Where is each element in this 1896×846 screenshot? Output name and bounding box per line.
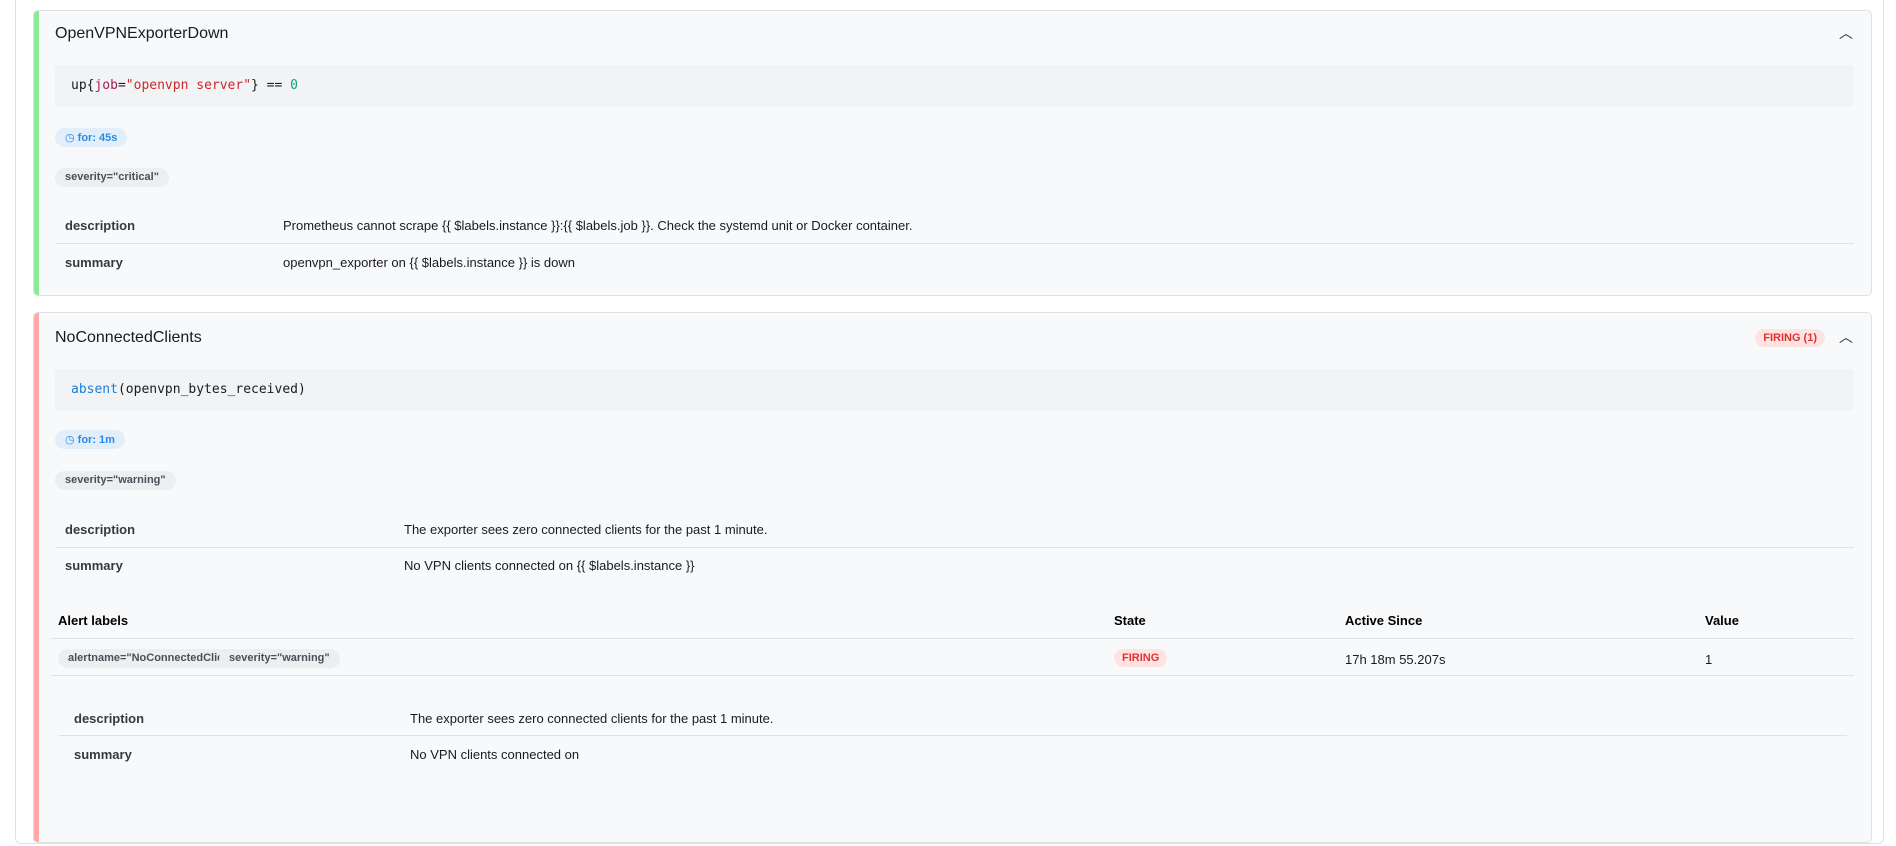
chevron-up-icon[interactable]: ︿ [1839, 23, 1853, 43]
clock-icon: ◷ [65, 434, 75, 446]
label-badge: severity="warning" [55, 471, 176, 490]
annotation-value: openvpn_exporter on {{ $labels.instance … [283, 254, 575, 270]
th-state: State [1114, 613, 1146, 628]
alert-state-badge: FIRING [1114, 649, 1168, 667]
th-active-since: Active Since [1345, 613, 1423, 628]
annotation-key: summary [65, 557, 123, 573]
clock-icon: ◷ [65, 132, 75, 144]
expr-label-value: "openvpn server" [125, 78, 252, 93]
annotation-key: description [65, 521, 136, 537]
rule-expression: absent(openvpn_bytes_received) [55, 369, 1854, 411]
divider [51, 675, 1854, 676]
status-bar [34, 11, 39, 295]
alert-value: 1 [1705, 652, 1713, 667]
rule-card-noconnectedclients: NoConnectedClients FIRING (1) ︿ absent(o… [33, 312, 1872, 843]
expr-number: 0 [290, 78, 298, 93]
divider [51, 638, 1854, 639]
annotation-value: No VPN clients connected on {{ $labels.i… [404, 557, 695, 573]
expr-arg: (openvpn_bytes_received) [117, 382, 306, 397]
for-text: for: 1m [77, 434, 115, 446]
for-duration-badge: ◷ for: 1m [55, 430, 125, 449]
alert-active-since: 17h 18m 55.207s [1345, 652, 1446, 667]
annotation-key: description [65, 217, 136, 233]
alert-annotation-value: No VPN clients connected on [410, 746, 580, 762]
expr-fn: up [71, 78, 87, 93]
annotation-value: The exporter sees zero connected clients… [404, 521, 768, 537]
annotation-value: Prometheus cannot scrape {{ $labels.inst… [283, 217, 913, 233]
firing-count-badge: FIRING (1) [1755, 329, 1825, 347]
divider [59, 735, 1847, 736]
alert-annotation-key: description [74, 710, 145, 726]
expr-label-key: job [94, 78, 118, 93]
rule-card-openvpnexporterdown: OpenVPNExporterDown ︿ up{job="openvpn se… [33, 10, 1872, 296]
rule-expression: up{job="openvpn server"} == 0 [55, 65, 1854, 107]
for-duration-badge: ◷ for: 45s [55, 128, 128, 147]
chevron-up-icon[interactable]: ︿ [1839, 327, 1853, 347]
expr-fn: absent [71, 382, 118, 397]
alert-label-badge: severity="warning" [219, 649, 340, 668]
alert-annotation-key: summary [74, 746, 132, 762]
alert-annotation-value: The exporter sees zero connected clients… [410, 710, 774, 726]
expr-op: } == [251, 78, 291, 93]
th-alert-labels: Alert labels [58, 613, 129, 628]
annotation-key: summary [65, 254, 123, 270]
th-value: Value [1705, 613, 1739, 628]
divider [55, 547, 1854, 548]
rule-title[interactable]: OpenVPNExporterDown [55, 25, 228, 43]
for-text: for: 45s [77, 132, 118, 144]
status-bar [34, 313, 39, 842]
label-badge: severity="critical" [55, 168, 169, 187]
rule-title[interactable]: NoConnectedClients [55, 329, 202, 347]
